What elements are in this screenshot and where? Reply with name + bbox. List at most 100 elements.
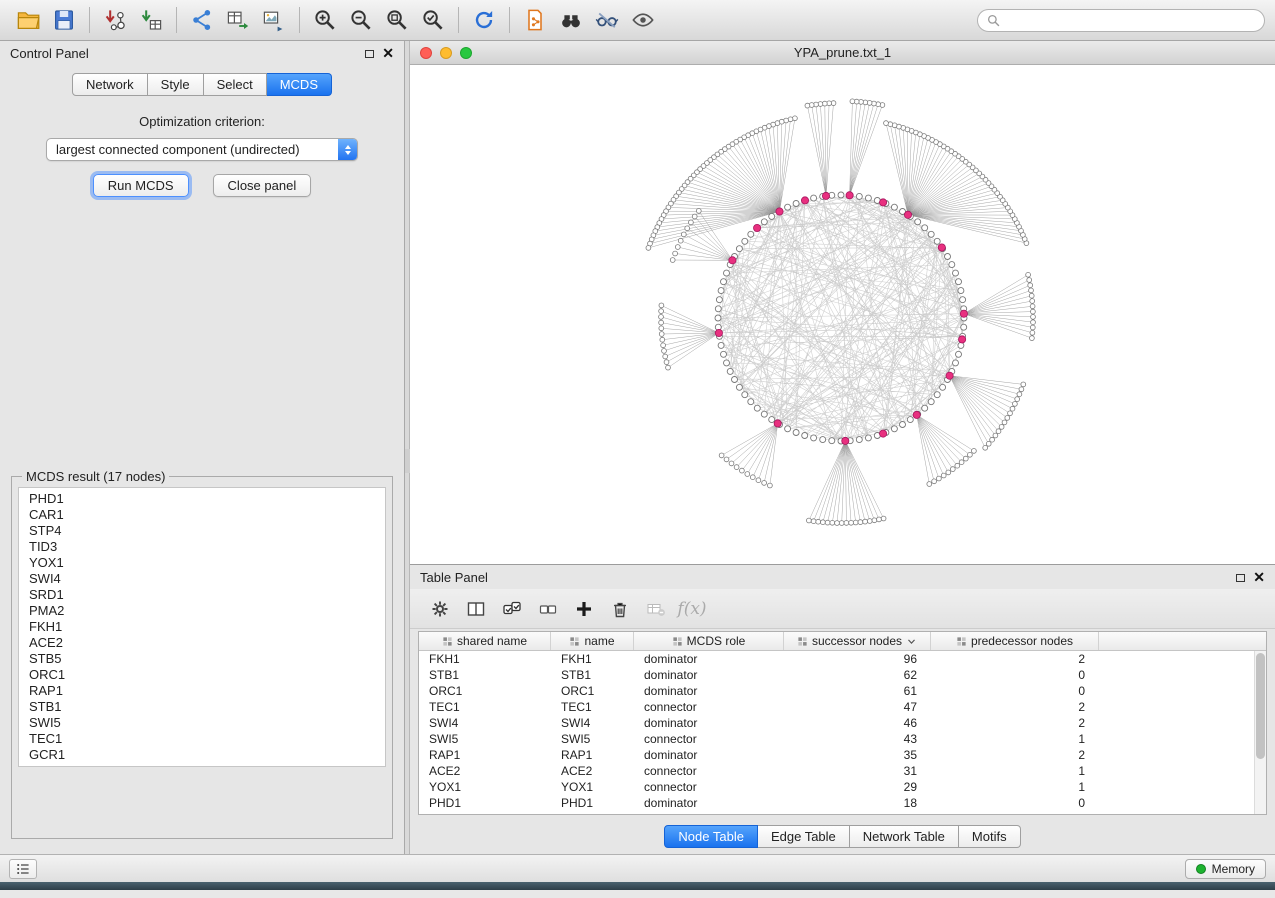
- cell-shared-name: ACE2: [419, 764, 551, 778]
- table-row[interactable]: TEC1TEC1connector472: [419, 699, 1254, 715]
- mcds-result-item[interactable]: RAP1: [19, 683, 385, 699]
- cell-name: FKH1: [551, 652, 634, 666]
- maximize-window-icon[interactable]: [460, 47, 472, 59]
- mcds-result-item[interactable]: SRD1: [19, 587, 385, 603]
- import-table-icon: [139, 8, 163, 32]
- rename-disabled-button[interactable]: [642, 595, 670, 623]
- table-scrollbar-thumb[interactable]: [1256, 653, 1265, 759]
- import-network-button[interactable]: [97, 3, 133, 37]
- table-tab-node-table[interactable]: Node Table: [664, 825, 758, 848]
- delete-button[interactable]: [606, 595, 634, 623]
- column-header-name[interactable]: name: [551, 632, 634, 650]
- save-button[interactable]: [46, 3, 82, 37]
- table-tab-edge-table[interactable]: Edge Table: [758, 825, 850, 848]
- mcds-result-list[interactable]: PHD1CAR1STP4TID3YOX1SWI4SRD1PMA2FKH1ACE2…: [18, 487, 386, 767]
- network-graph[interactable]: [410, 65, 1272, 564]
- network-canvas[interactable]: [410, 65, 1275, 564]
- refresh-button[interactable]: [466, 3, 502, 37]
- graphics-details-button[interactable]: [589, 3, 625, 37]
- table-tab-network-table[interactable]: Network Table: [850, 825, 959, 848]
- run-mcds-button[interactable]: Run MCDS: [93, 174, 189, 197]
- cell-predecessor-nodes: 0: [931, 684, 1099, 698]
- mcds-result-item[interactable]: SWI5: [19, 715, 385, 731]
- table-row[interactable]: ORC1ORC1dominator610: [419, 683, 1254, 699]
- column-header-MCDS-role[interactable]: MCDS role: [634, 632, 784, 650]
- network-document-button[interactable]: [517, 3, 553, 37]
- open-folder-button[interactable]: [10, 3, 46, 37]
- search-input[interactable]: [1006, 13, 1256, 27]
- export-table-button[interactable]: [220, 3, 256, 37]
- export-image-button[interactable]: [256, 3, 292, 37]
- column-header-successor-nodes[interactable]: successor nodes: [784, 632, 931, 650]
- table-row[interactable]: ACE2ACE2connector311: [419, 763, 1254, 779]
- mcds-result-item[interactable]: STB1: [19, 699, 385, 715]
- table-row[interactable]: FKH1FKH1dominator962: [419, 651, 1254, 667]
- mcds-result-item[interactable]: SWI4: [19, 571, 385, 587]
- mcds-result-item[interactable]: YOX1: [19, 555, 385, 571]
- zoom-fit-icon: [385, 8, 409, 32]
- zoom-out-button[interactable]: [343, 3, 379, 37]
- zoom-fit-button[interactable]: [379, 3, 415, 37]
- control-panel-title: Control Panel: [10, 46, 89, 61]
- table-row[interactable]: SWI4SWI4dominator462: [419, 715, 1254, 731]
- table-row[interactable]: STB1STB1dominator620: [419, 667, 1254, 683]
- zoom-selected-button[interactable]: [415, 3, 451, 37]
- node-table-header: shared namenameMCDS rolesuccessor nodes p…: [419, 632, 1266, 651]
- zoom-in-button[interactable]: [307, 3, 343, 37]
- column-header-predecessor-nodes[interactable]: predecessor nodes: [931, 632, 1099, 650]
- gear-button[interactable]: [426, 595, 454, 623]
- column-header-shared-name[interactable]: shared name: [419, 632, 551, 650]
- toolbar-separator: [458, 7, 459, 33]
- table-row[interactable]: PHD1PHD1dominator180: [419, 795, 1254, 811]
- search-box[interactable]: [977, 9, 1265, 32]
- mcds-result-item[interactable]: PMA2: [19, 603, 385, 619]
- mcds-result-item[interactable]: PHD1: [19, 491, 385, 507]
- table-row[interactable]: YOX1YOX1connector291: [419, 779, 1254, 795]
- float-table-panel-button[interactable]: [1236, 570, 1245, 585]
- close-panel-button[interactable]: ✕: [382, 46, 394, 61]
- add-button[interactable]: [570, 595, 598, 623]
- deselect-all-button[interactable]: [534, 595, 562, 623]
- memory-button[interactable]: Memory: [1185, 859, 1266, 879]
- cell-successor-nodes: 29: [784, 780, 931, 794]
- tab-mcds[interactable]: MCDS: [267, 73, 332, 96]
- tab-select[interactable]: Select: [204, 73, 267, 96]
- mcds-result-item[interactable]: CAR1: [19, 507, 385, 523]
- toolbar-separator: [299, 7, 300, 33]
- task-history-button[interactable]: [9, 859, 37, 879]
- search-network-button[interactable]: [553, 3, 589, 37]
- mcds-result-item[interactable]: FKH1: [19, 619, 385, 635]
- column-label: predecessor nodes: [971, 634, 1073, 648]
- export-network-button[interactable]: [184, 3, 220, 37]
- float-panel-button[interactable]: [365, 46, 374, 61]
- mcds-result-item[interactable]: ACE2: [19, 635, 385, 651]
- close-window-icon[interactable]: [420, 47, 432, 59]
- tab-network[interactable]: Network: [72, 73, 148, 96]
- mcds-result-item[interactable]: STB5: [19, 651, 385, 667]
- criterion-dropdown[interactable]: largest connected component (undirected): [46, 138, 358, 161]
- save-icon: [52, 8, 76, 32]
- column-button[interactable]: [462, 595, 490, 623]
- mcds-result-item[interactable]: TEC1: [19, 731, 385, 747]
- close-table-panel-button[interactable]: ✕: [1253, 570, 1265, 585]
- function-builder-button[interactable]: f(x): [678, 595, 706, 623]
- import-table-button[interactable]: [133, 3, 169, 37]
- table-row[interactable]: SWI5SWI5connector431: [419, 731, 1254, 747]
- mcds-result-item[interactable]: GCR1: [19, 747, 385, 763]
- list-icon: [15, 861, 31, 877]
- mcds-buttons-row: Run MCDS Close panel: [0, 174, 404, 197]
- table-tab-motifs[interactable]: Motifs: [959, 825, 1021, 848]
- minimize-window-icon[interactable]: [440, 47, 452, 59]
- mcds-result-item[interactable]: ORC1: [19, 667, 385, 683]
- select-all-button[interactable]: [498, 595, 526, 623]
- search-network-icon: [559, 8, 583, 32]
- mcds-result-item[interactable]: STP4: [19, 523, 385, 539]
- criterion-selected-value: largest connected component (undirected): [56, 142, 300, 157]
- eye-button[interactable]: [625, 3, 661, 37]
- close-panel-action-button[interactable]: Close panel: [213, 174, 312, 197]
- tab-style[interactable]: Style: [148, 73, 204, 96]
- table-scrollbar[interactable]: [1254, 651, 1266, 814]
- node-table: shared namenameMCDS rolesuccessor nodes p…: [418, 631, 1267, 815]
- table-row[interactable]: RAP1RAP1dominator352: [419, 747, 1254, 763]
- mcds-result-item[interactable]: TID3: [19, 539, 385, 555]
